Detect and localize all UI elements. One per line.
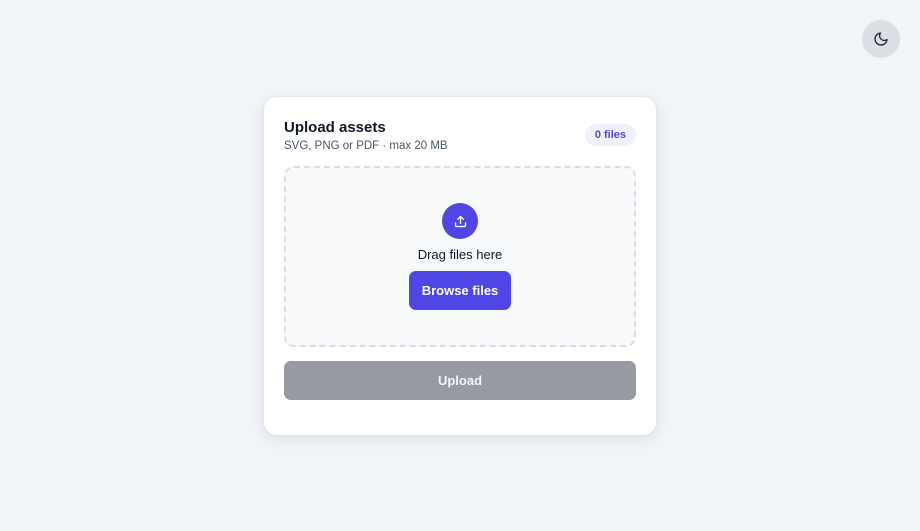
drag-files-label: Drag files here	[417, 247, 503, 262]
file-count-badge: 0 files	[584, 124, 636, 146]
upload-icon	[442, 203, 478, 239]
upload-card: Upload assets SVG, PNG or PDF · max 20 M…	[263, 96, 657, 436]
browse-files-button[interactable]: Browse files	[409, 271, 511, 310]
upload-button[interactable]: Upload	[284, 361, 636, 400]
card-title: Upload assets	[284, 119, 386, 136]
moon-icon	[873, 31, 889, 47]
theme-toggle-button[interactable]	[862, 20, 900, 58]
file-dropzone[interactable]: Drag files here Browse files	[284, 166, 636, 347]
card-header: Upload assets SVG, PNG or PDF · max 20 M…	[284, 119, 636, 155]
card-subtitle: SVG, PNG or PDF · max 20 MB	[284, 140, 448, 152]
